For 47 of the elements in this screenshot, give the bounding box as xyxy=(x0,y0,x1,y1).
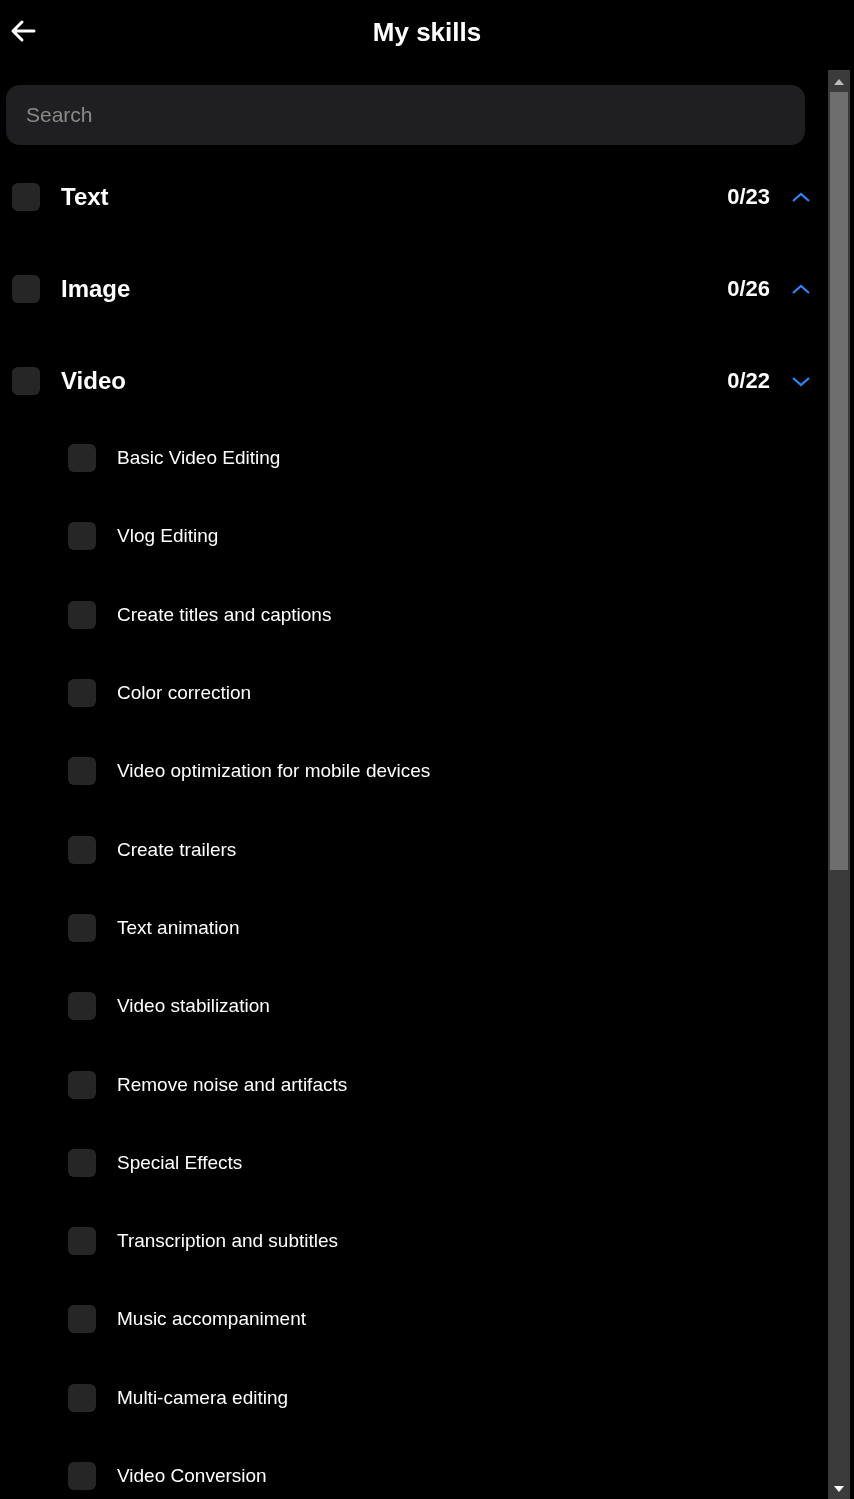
checkbox[interactable] xyxy=(68,444,96,473)
chevron-down-icon[interactable] xyxy=(790,374,812,388)
checkbox[interactable] xyxy=(68,835,96,864)
checkbox[interactable] xyxy=(12,183,40,211)
skill-label: Video optimization for mobile devices xyxy=(117,760,431,783)
skill-count: 0/26 xyxy=(727,276,770,302)
skill-count: 0/23 xyxy=(727,184,770,210)
skill-label: Video Conversion xyxy=(117,1465,267,1487)
checkbox[interactable] xyxy=(68,1305,96,1334)
chevron-up-icon[interactable] xyxy=(790,190,812,204)
skill-count: 0/22 xyxy=(727,368,770,394)
search-field[interactable]: Search xyxy=(6,85,805,145)
skill-label: Transcription and subtitles xyxy=(117,1230,339,1253)
checkbox[interactable] xyxy=(68,913,96,942)
skill-label: Create titles and captions xyxy=(117,603,332,626)
checkbox[interactable] xyxy=(68,522,96,551)
checkbox[interactable] xyxy=(68,1383,96,1412)
scrollbar-thumb[interactable] xyxy=(830,92,848,870)
checkbox[interactable] xyxy=(68,1227,96,1256)
skill-label: Basic Video Editing xyxy=(117,447,281,470)
skill-label: Multi-camera editing xyxy=(117,1386,289,1409)
skill-label: Remove noise and artifacts xyxy=(117,1073,348,1096)
checkbox[interactable] xyxy=(68,1070,96,1099)
skill-label: Text animation xyxy=(117,916,240,939)
category-label: Video xyxy=(61,367,127,395)
back-arrow-icon[interactable] xyxy=(10,19,36,43)
skill-label: Create trailers xyxy=(117,838,237,861)
checkbox[interactable] xyxy=(68,757,96,786)
skill-label: Vlog Editing xyxy=(117,525,219,548)
scrollbar[interactable] xyxy=(828,70,850,1499)
skill-label: Special Effects xyxy=(117,1151,243,1174)
checkbox[interactable] xyxy=(68,992,96,1021)
checkbox[interactable] xyxy=(12,367,40,395)
checkbox[interactable] xyxy=(68,679,96,708)
category-label: Text xyxy=(61,183,110,211)
scroll-down-icon[interactable] xyxy=(833,1485,845,1493)
scroll-up-icon[interactable] xyxy=(833,78,845,86)
category-label: Image xyxy=(61,275,132,303)
skill-label: Music accompaniment xyxy=(117,1308,307,1331)
skill-label: Video stabilization xyxy=(117,995,270,1018)
skill-label: Color correction xyxy=(117,682,252,705)
page-title: My skills xyxy=(372,16,482,48)
checkbox[interactable] xyxy=(12,275,40,303)
checkbox[interactable] xyxy=(68,1148,96,1177)
checkbox[interactable] xyxy=(68,1462,96,1490)
chevron-up-icon[interactable] xyxy=(790,282,812,296)
checkbox[interactable] xyxy=(68,600,96,629)
